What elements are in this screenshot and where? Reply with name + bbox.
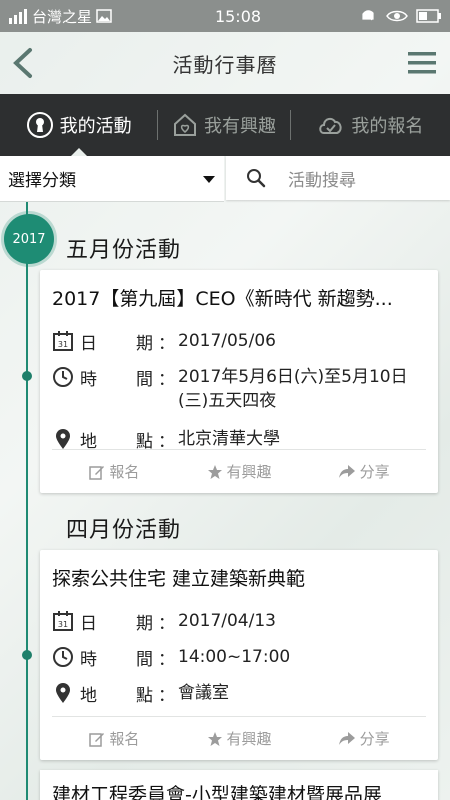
timeline-dot xyxy=(22,371,32,381)
event-title: 探索公共住宅 建立建築新典範 xyxy=(52,568,306,590)
event-card[interactable]: 建材工程委員會-小型建築建材暨展品展 xyxy=(40,770,438,800)
card-actions: 報名 有興趣 分享 xyxy=(52,716,426,760)
event-title: 建材工程委員會-小型建築建材暨展品展 xyxy=(52,784,382,800)
event-date: 2017/04/13 xyxy=(178,611,276,631)
page-title: 活動行事曆 xyxy=(172,52,278,77)
colon: ： xyxy=(158,334,175,354)
colon: ： xyxy=(158,650,175,670)
image-icon xyxy=(96,9,112,23)
register-button[interactable]: 報名 xyxy=(52,461,177,482)
share-arrow-icon xyxy=(338,464,355,478)
year-badge: 2017 xyxy=(4,214,54,264)
status-icons xyxy=(292,8,442,24)
interested-button[interactable]: 有興趣 xyxy=(177,461,302,482)
category-select[interactable]: 選擇分類 xyxy=(0,156,224,202)
clock-icon xyxy=(53,367,73,387)
colon: ： xyxy=(158,370,175,390)
event-place: 北京清華大學 xyxy=(178,429,280,449)
clock: 15:08 xyxy=(214,6,262,26)
date-row: 31 日 期 ： 2017/05/06 xyxy=(52,329,422,354)
date-label-1: 日 xyxy=(80,614,97,634)
register-label: 報名 xyxy=(109,463,140,481)
date-label-1: 日 xyxy=(80,334,97,354)
hamburger-menu-icon[interactable] xyxy=(408,50,436,76)
interested-label: 有興趣 xyxy=(226,730,272,748)
time-label-1: 時 xyxy=(80,650,97,670)
date-row: 31 日 期 ： 2017/04/13 xyxy=(52,609,422,634)
carrier-area: 台灣之星 xyxy=(8,6,198,27)
date-label-2: 期 xyxy=(136,334,153,354)
tab-my-registrations[interactable]: 我的報名 xyxy=(291,94,450,156)
back-arrow-icon[interactable] xyxy=(8,46,38,80)
place-label-1: 地 xyxy=(80,686,97,706)
edit-icon xyxy=(89,732,105,747)
share-button[interactable]: 分享 xyxy=(301,728,426,749)
event-card[interactable]: 2017【第九屆】CEO《新時代 新趨勢... 31 日 期 ： 2017/05… xyxy=(40,270,438,493)
time-label-1: 時 xyxy=(80,370,97,390)
share-button[interactable]: 分享 xyxy=(301,461,426,482)
register-button[interactable]: 報名 xyxy=(52,728,177,749)
eye-icon xyxy=(386,10,408,22)
section-title-april: 四月份活動 xyxy=(66,518,182,543)
mute-icon xyxy=(362,10,374,21)
cloud-check-icon xyxy=(319,117,342,134)
search-field[interactable]: 活動搜尋 xyxy=(226,156,450,200)
event-title: 2017【第九屆】CEO《新時代 新趨勢... xyxy=(52,288,393,310)
time-label-2: 間 xyxy=(136,370,153,390)
event-card[interactable]: 探索公共住宅 建立建築新典範 31 日 期 ： 2017/04/13 時 間 ：… xyxy=(40,550,438,760)
time-label-2: 間 xyxy=(136,650,153,670)
app-header: 活動行事曆 xyxy=(0,32,450,94)
carrier-name: 台灣之星 xyxy=(32,7,93,26)
share-arrow-icon xyxy=(338,731,355,745)
location-pin-icon xyxy=(56,683,70,703)
tab-label: 我的報名 xyxy=(351,116,424,137)
colon: ： xyxy=(158,686,175,706)
interested-label: 有興趣 xyxy=(226,463,272,481)
timeline-dot xyxy=(22,650,32,660)
tab-interested[interactable]: 我有興趣 xyxy=(158,94,289,156)
dropdown-arrow-icon xyxy=(203,175,215,183)
date-label-2: 期 xyxy=(136,614,153,634)
colon: ： xyxy=(158,614,175,634)
edit-icon xyxy=(89,465,105,480)
tab-my-activities[interactable]: 我的活動 xyxy=(0,94,157,157)
search-placeholder: 活動搜尋 xyxy=(288,170,356,191)
clock-icon xyxy=(53,647,73,667)
heart-house-icon xyxy=(174,113,196,136)
status-bar: 台灣之星 15:08 xyxy=(0,0,450,32)
interested-button[interactable]: 有興趣 xyxy=(177,728,302,749)
event-date: 2017/05/06 xyxy=(178,331,276,351)
search-icon xyxy=(247,169,266,188)
card-actions: 報名 有興趣 分享 xyxy=(52,449,426,493)
tab-label: 我有興趣 xyxy=(204,116,276,137)
register-label: 報名 xyxy=(109,730,140,748)
calendar-icon: 31 xyxy=(53,611,73,631)
calendar-icon: 31 xyxy=(53,331,73,351)
filter-row: 選擇分類 活動搜尋 xyxy=(0,156,450,202)
event-time: 14:00~17:00 xyxy=(178,647,291,667)
timeline-line xyxy=(26,202,28,800)
share-label: 分享 xyxy=(359,730,390,748)
place-label-2: 點 xyxy=(136,686,153,706)
signal-icon xyxy=(9,9,27,24)
place-row: 地 點 ： 會議室 xyxy=(52,681,422,706)
event-place: 會議室 xyxy=(178,683,229,703)
time-row: 時 間 ： 2017年5月6日(六)至5月10日(三)五天四夜 xyxy=(52,365,422,413)
share-label: 分享 xyxy=(359,463,390,481)
tab-label: 我的活動 xyxy=(59,116,132,137)
battery-icon xyxy=(416,9,441,23)
keyhole-icon xyxy=(26,112,53,138)
location-pin-icon xyxy=(56,429,70,449)
tab-bar: 我的活動 我有興趣 我的報名 xyxy=(0,94,450,157)
svg-text:31: 31 xyxy=(58,620,68,629)
star-icon xyxy=(207,731,222,746)
event-time: 2017年5月6日(六)至5月10日(三)五天四夜 xyxy=(178,367,408,411)
star-icon xyxy=(207,464,222,479)
svg-text:31: 31 xyxy=(58,340,68,349)
time-row: 時 間 ： 14:00~17:00 xyxy=(52,645,422,670)
section-title-may: 五月份活動 xyxy=(66,238,182,263)
category-label: 選擇分類 xyxy=(8,171,76,191)
